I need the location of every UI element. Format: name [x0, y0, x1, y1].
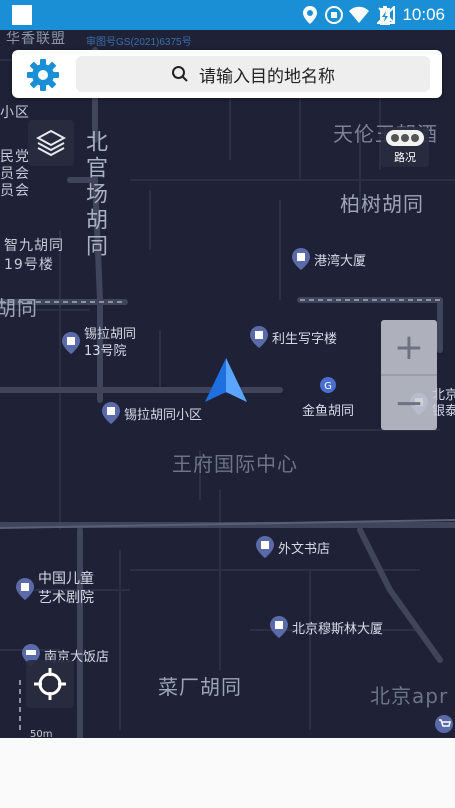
- svg-text:G: G: [324, 381, 332, 392]
- search-placeholder: 请输入目的地名称: [199, 66, 335, 87]
- crosshair-icon: [34, 668, 66, 700]
- poi-label: 中国儿童 艺术剧院: [38, 571, 94, 606]
- zoom-in-button[interactable]: +: [381, 320, 437, 374]
- poi-pin-icon: [16, 578, 34, 600]
- poi-label: 港湾大厦: [314, 253, 367, 269]
- street-label-beijing-apr: 北京apr: [370, 684, 449, 708]
- poi-xila-13[interactable]: 锡拉胡同 13号院: [62, 326, 136, 360]
- poi-ertong-juyuan[interactable]: 中国儿童 艺术剧院: [16, 570, 94, 608]
- poi-ganwan[interactable]: 港湾大厦: [292, 248, 366, 270]
- street-label-hutong: 胡同: [0, 296, 38, 320]
- poi-label: 外文书店: [278, 541, 331, 557]
- street-label-baishu: 柏树胡同: [340, 192, 424, 216]
- poi-label: 利生写字楼: [272, 331, 338, 347]
- poi-label: 锡拉胡同小区: [124, 407, 203, 423]
- search-icon: [172, 66, 188, 82]
- left-fragment-3: 员会: [0, 183, 30, 199]
- wifi-icon: [349, 6, 369, 23]
- poi-pin-icon: [62, 332, 80, 354]
- poi-jinyu[interactable]: G 金鱼胡同: [302, 376, 354, 419]
- bottom-panel: [0, 738, 455, 808]
- map-scale: 50m: [30, 729, 53, 738]
- traffic-icon: [386, 130, 424, 146]
- search-bar: 请输入目的地名称: [12, 50, 442, 98]
- battery-icon: [380, 6, 390, 25]
- left-fragment-0: 小区: [0, 105, 30, 121]
- poi-label: 金鱼胡同: [302, 404, 355, 419]
- poi-pin-icon: [102, 402, 120, 424]
- poi-label: 北京穆斯林大厦: [292, 621, 384, 637]
- status-bar: 10:06: [0, 0, 455, 30]
- poi-pin-icon: [250, 326, 268, 348]
- poi-pin-icon: [256, 536, 274, 558]
- street-label-caichang: 菜厂胡同: [158, 675, 242, 699]
- search-input[interactable]: 请输入目的地名称: [76, 56, 430, 92]
- cast-icon: [325, 6, 343, 24]
- street-label-beiguanchang: 北官场胡同: [82, 130, 107, 260]
- poi-musilin[interactable]: 北京穆斯林大厦: [270, 616, 383, 638]
- settings-gear-icon[interactable]: [26, 58, 60, 92]
- clock: 10:06: [402, 5, 445, 24]
- street-label-wangfu: 王府国际中心: [172, 452, 298, 476]
- notification-square-icon: [12, 5, 32, 25]
- poi-xila-xiaoqu[interactable]: 锡拉胡同小区: [102, 402, 202, 424]
- map-view[interactable]: 审图号GS(2021)6375号 华香联盟 北官场胡同 天伦王朝酒 柏树胡同 王…: [0, 30, 455, 738]
- layers-icon: [36, 129, 66, 157]
- poi-lisheng[interactable]: 利生写字楼: [250, 326, 337, 348]
- poi-pin-icon: [292, 248, 310, 270]
- zoom-control: + −: [381, 320, 437, 430]
- poi-pin-icon: G: [319, 376, 337, 398]
- navigation-arrow-icon: [205, 358, 247, 402]
- location-icon: [303, 6, 317, 24]
- cart-poi-icon[interactable]: [434, 714, 454, 734]
- poi-label: 锡拉胡同 13号院: [84, 327, 137, 359]
- top-fragment-label: 华香联盟: [6, 31, 66, 47]
- locate-button[interactable]: [26, 660, 74, 708]
- map-copyright: 审图号GS(2021)6375号: [86, 37, 192, 48]
- zoom-out-button[interactable]: −: [381, 376, 437, 430]
- traffic-label: 路况: [394, 151, 416, 164]
- layers-button[interactable]: [28, 120, 74, 166]
- poi-pin-icon: [270, 616, 288, 638]
- left-fragment-4: 智九胡同: [4, 238, 64, 254]
- left-fragment-5: 19号楼: [4, 257, 54, 273]
- traffic-button[interactable]: 路况: [381, 127, 429, 167]
- poi-waiwen[interactable]: 外文书店: [256, 536, 330, 558]
